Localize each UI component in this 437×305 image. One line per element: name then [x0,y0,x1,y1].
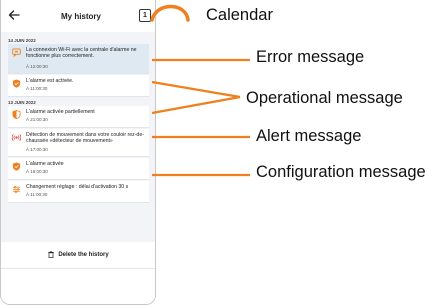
callout-lines [150,4,250,177]
